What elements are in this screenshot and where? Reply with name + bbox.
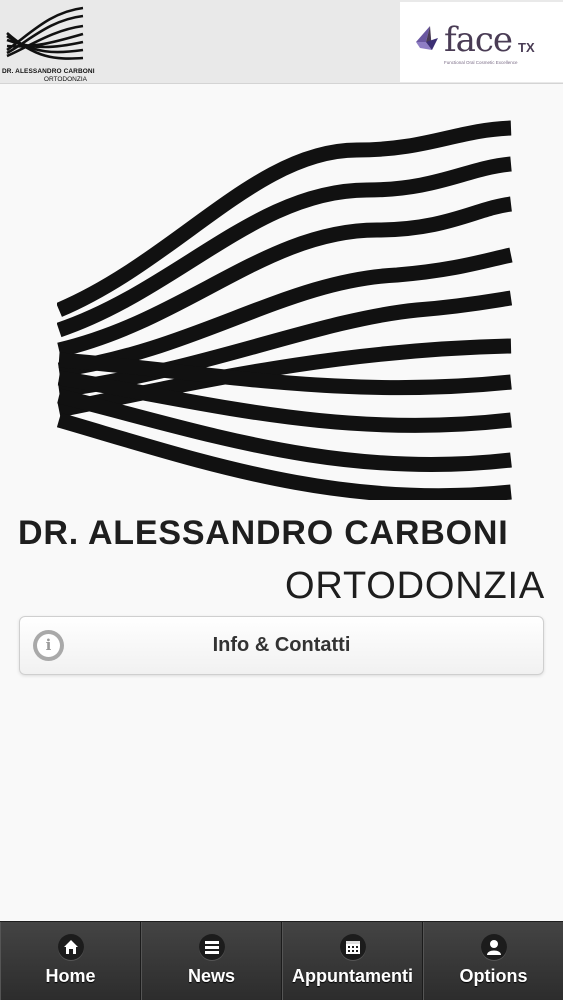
sponsor-mark-icon <box>416 26 438 50</box>
sponsor-banner[interactable]: face TX Functional Oral Cosmetic Excelle… <box>400 2 563 82</box>
header-bar: DR. ALESSANDRO CARBONI ORTODONZIA face T… <box>0 0 563 84</box>
nav-news-label: News <box>187 966 236 986</box>
nav-appuntamenti-label: Appuntamenti <box>292 966 413 986</box>
nav-news[interactable]: News <box>141 922 282 1000</box>
waves-logo-icon <box>6 6 84 60</box>
header-logo-name: DR. ALESSANDRO CARBONI <box>2 68 95 75</box>
nav-appuntamenti[interactable]: Appuntamenti <box>282 922 423 1000</box>
app-screen: DR. ALESSANDRO CARBONI ORTODONZIA face T… <box>0 0 563 1000</box>
sponsor-tagline: Functional Oral Cosmetic Excellence <box>444 60 518 65</box>
info-contatti-button[interactable]: i Info & Contatti <box>19 616 544 675</box>
info-contatti-label: Info & Contatti <box>212 634 351 656</box>
nav-home-label: Home <box>45 966 96 986</box>
home-icon <box>57 934 84 960</box>
nav-options-label: Options <box>459 966 528 986</box>
doctor-name: DR. ALESSANDRO CARBONI <box>18 514 509 552</box>
nav-options[interactable]: Options <box>423 922 563 1000</box>
header-logo-subtitle: ORTODONZIA <box>43 76 87 83</box>
sponsor-suffix: TX <box>518 40 535 55</box>
header-logo[interactable]: DR. ALESSANDRO CARBONI ORTODONZIA <box>0 0 95 84</box>
calendar-icon <box>339 934 366 960</box>
sponsor-name: face <box>444 20 513 60</box>
bars-icon <box>198 934 225 960</box>
user-icon <box>480 934 507 960</box>
bottom-navbar: Home News Appuntamenti Options <box>0 921 563 1000</box>
main-waves-logo-icon <box>57 120 513 500</box>
nav-home[interactable]: Home <box>0 922 141 1000</box>
practice-subtitle: ORTODONZIA <box>285 565 545 607</box>
